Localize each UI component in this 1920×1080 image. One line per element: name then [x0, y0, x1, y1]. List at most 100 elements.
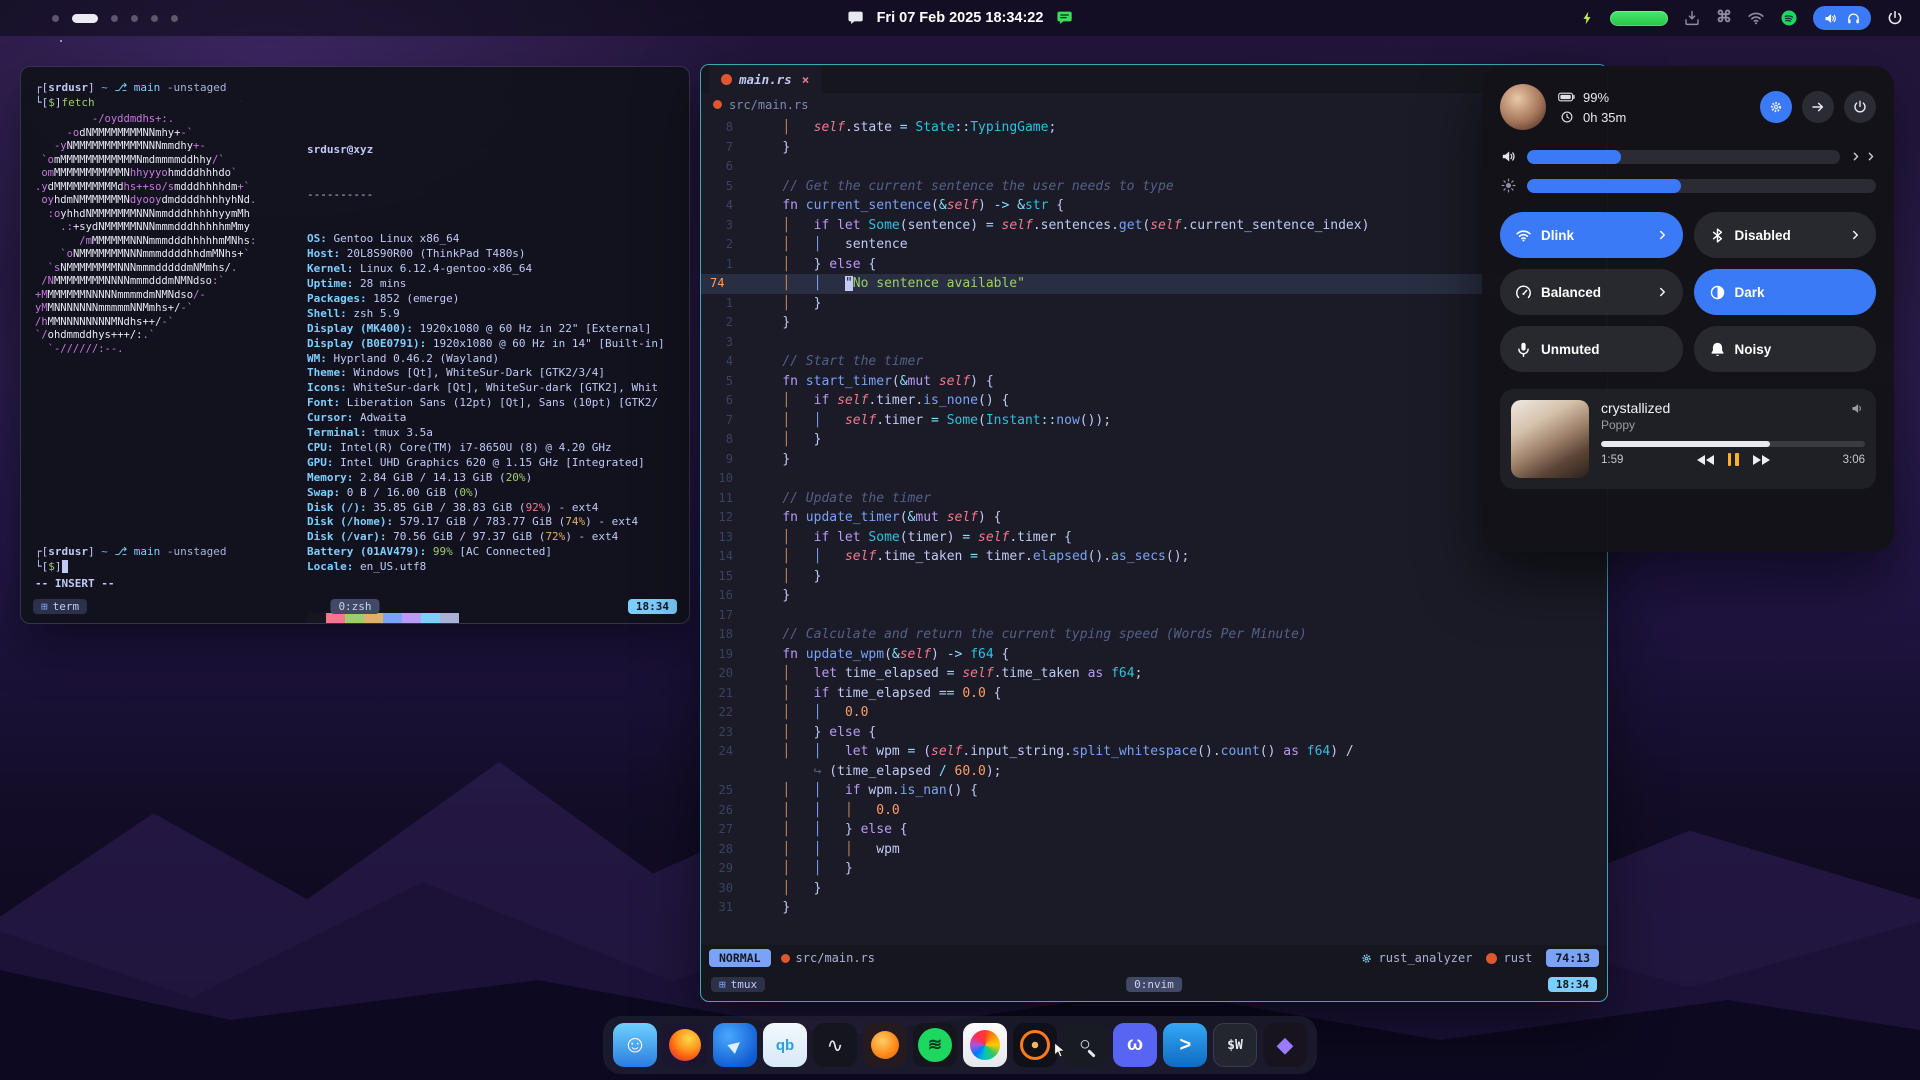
toggle-bluetooth[interactable]: Disabled [1694, 212, 1877, 258]
code-line[interactable]: 5 fn start_timer(&mut self) { [701, 372, 1607, 392]
code-line[interactable]: 7 │ │ self.timer = Some(Instant::now()); [701, 411, 1607, 431]
code-line[interactable]: 24 │ │ let wpm = (self.input_string.spli… [701, 742, 1607, 762]
toggle-wifi[interactable]: Dlink [1500, 212, 1683, 258]
volume-expand-chevrons[interactable] [1850, 151, 1876, 162]
code-line[interactable]: 6 [701, 157, 1607, 177]
code-line[interactable]: 13 │ if let Some(timer) = self.timer { [701, 528, 1607, 548]
code-line[interactable]: 4 fn current_sentence(&self) -> &str { [701, 196, 1607, 216]
workspace-2[interactable] [72, 14, 98, 23]
chat-bubble-icon[interactable] [847, 9, 865, 27]
total-time: 3:06 [1843, 454, 1865, 466]
code-line[interactable]: 12 fn update_timer(&mut self) { [701, 508, 1607, 528]
code-line[interactable]: 14 │ │ self.time_taken = timer.elapsed()… [701, 547, 1607, 567]
code-line[interactable]: 1 │ } else { [701, 255, 1607, 275]
code-line[interactable]: 23 │ } else { [701, 723, 1607, 743]
brightness-slider[interactable] [1527, 179, 1876, 193]
toggle-microphone[interactable]: Unmuted [1500, 326, 1683, 372]
editor-window[interactable]: main.rs × src/main.rs 8 │ self.state = S… [700, 64, 1608, 1002]
workspace-6[interactable] [171, 15, 178, 22]
code-line[interactable]: 19 fn update_wpm(&self) -> f64 { [701, 645, 1607, 665]
dock-icon-thunderbird[interactable]: ▶ [713, 1023, 757, 1067]
message-icon[interactable] [1055, 9, 1073, 27]
volume-slider[interactable] [1527, 150, 1840, 164]
code-line[interactable]: 5 // Get the current sentence the user n… [701, 177, 1607, 197]
code-line[interactable]: 18 // Calculate and return the current t… [701, 625, 1607, 645]
dock-icon-firefox[interactable] [663, 1023, 707, 1067]
code-line[interactable]: 2 │ │ sentence [701, 235, 1607, 255]
dock-icon-orange[interactable] [863, 1023, 907, 1067]
hotspot-icon[interactable] [1747, 9, 1765, 27]
spotify-tray-icon[interactable] [1780, 9, 1798, 27]
dock-icon-obsidian[interactable]: ◆ [1263, 1023, 1307, 1067]
tab-main-rs[interactable]: main.rs × [709, 65, 821, 93]
code-line[interactable]: 1 │ } [701, 294, 1607, 314]
terminal-window[interactable]: ┌[srdusr] ~ ⎇ main -unstaged └[$]fetch -… [20, 66, 690, 624]
workspace-4[interactable] [131, 15, 138, 22]
tmux-window-chip[interactable]: 0:nvim [1126, 977, 1182, 992]
code-line[interactable]: 8 │ self.state = State::TypingGame; [701, 118, 1607, 138]
code-line[interactable]: 27 │ │ } else { [701, 820, 1607, 840]
media-progress[interactable] [1601, 441, 1865, 447]
toggle-theme[interactable]: Dark [1694, 269, 1877, 315]
dock-icon-photos[interactable] [963, 1023, 1007, 1067]
code-line[interactable]: 25 │ │ if wpm.is_nan() { [701, 781, 1607, 801]
code-line[interactable]: 6 │ if self.timer.is_none() { [701, 391, 1607, 411]
code-line[interactable]: 4 // Start the timer [701, 352, 1607, 372]
workspace-1[interactable] [52, 15, 59, 22]
code-line[interactable]: 3 [701, 333, 1607, 353]
toggle-notifications[interactable]: Noisy [1694, 326, 1877, 372]
tray-download-icon[interactable] [1683, 9, 1701, 27]
tmux-session-chip[interactable]: ⊞tmux [711, 977, 765, 992]
dock-icon-compass[interactable] [1013, 1023, 1057, 1067]
toggle-power-profile[interactable]: Balanced [1500, 269, 1683, 315]
audio-output-pill[interactable] [1813, 6, 1871, 30]
code-line[interactable]: 29 │ │ } [701, 859, 1607, 879]
dock-icon-wezterm[interactable]: $W [1213, 1023, 1257, 1067]
code-line[interactable]: 7 } [701, 138, 1607, 158]
close-icon[interactable]: × [802, 72, 810, 87]
dock-icon-wave[interactable]: ∿ [813, 1023, 857, 1067]
power-tray-icon[interactable] [1886, 9, 1904, 27]
dock-icon-discord[interactable]: ω [1113, 1023, 1157, 1067]
battery-indicator[interactable] [1610, 11, 1668, 26]
code-line[interactable]: 74 │ │ "No sentence available" [701, 274, 1607, 294]
code-line[interactable]: 17 [701, 606, 1607, 626]
previous-button[interactable] [1697, 455, 1714, 465]
charging-bolt-icon[interactable] [1580, 9, 1595, 27]
code-lines[interactable]: 8 │ self.state = State::TypingGame;7 }65… [701, 116, 1607, 945]
code-line[interactable]: 8 │ } [701, 430, 1607, 450]
code-line[interactable]: 16 } [701, 586, 1607, 606]
code-line[interactable]: 20 │ let time_elapsed = self.time_taken … [701, 664, 1607, 684]
tmux-window-chip[interactable]: 0:zsh [330, 599, 379, 614]
code-line[interactable]: 11 // Update the timer [701, 489, 1607, 509]
code-line[interactable]: 3 │ if let Some(sentence) = self.sentenc… [701, 216, 1607, 236]
command-icon[interactable]: ⌘ [1716, 9, 1732, 27]
code-line[interactable]: 2 } [701, 313, 1607, 333]
power-button[interactable] [1844, 91, 1876, 123]
code-line[interactable]: 22 │ │ 0.0 [701, 703, 1607, 723]
code-line[interactable]: 28 │ │ │ wpm [701, 840, 1607, 860]
dock-icon-spotify[interactable]: ≋ [913, 1023, 957, 1067]
logout-button[interactable] [1802, 91, 1834, 123]
dock-icon-qbittorrent[interactable]: qb [763, 1023, 807, 1067]
dock-icon-magnifier[interactable]: ○ [1063, 1023, 1107, 1067]
code-line[interactable]: 10 [701, 469, 1607, 489]
code-line[interactable]: 21 │ if time_elapsed == 0.0 { [701, 684, 1607, 704]
code-line[interactable]: 9 } [701, 450, 1607, 470]
dock-icon-finder[interactable]: ☺ [613, 1023, 657, 1067]
code-line[interactable]: 30 │ } [701, 879, 1607, 899]
code-line[interactable]: ↪ (time_elapsed / 60.0); [701, 762, 1607, 782]
code-line[interactable]: 31 } [701, 898, 1607, 918]
media-output-icon[interactable] [1850, 401, 1865, 416]
topbar-datetime[interactable]: Fri 07 Feb 2025 18:34:22 [877, 10, 1044, 26]
pause-button[interactable] [1728, 453, 1739, 466]
dock-icon-vscode[interactable]: > [1163, 1023, 1207, 1067]
workspace-3[interactable] [111, 15, 118, 22]
next-button[interactable] [1753, 455, 1770, 465]
settings-button[interactable] [1760, 91, 1792, 123]
code-line[interactable]: 26 │ │ │ 0.0 [701, 801, 1607, 821]
avatar[interactable] [1500, 84, 1546, 130]
workspace-5[interactable] [151, 15, 158, 22]
code-line[interactable]: 15 │ } [701, 567, 1607, 587]
tmux-session-chip[interactable]: ⊞term [33, 599, 87, 614]
